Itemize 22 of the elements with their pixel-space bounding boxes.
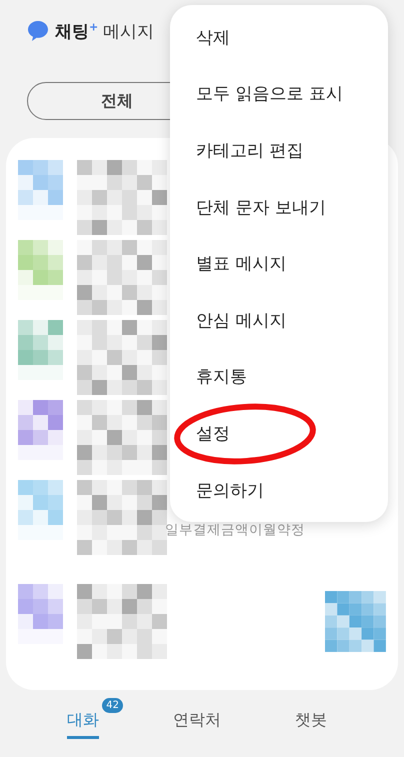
menu-item[interactable]: 문의하기: [170, 474, 290, 506]
menu-item[interactable]: 카테고리 편집: [170, 134, 330, 166]
message-preview: 일부결제금액이월약정: [165, 521, 305, 539]
pixelated-avatar[interactable]: [18, 480, 63, 540]
menu-item[interactable]: 안심 메시지: [170, 304, 312, 336]
bottom-tab[interactable]: 연락처: [169, 698, 245, 739]
screen-title: 메시지: [103, 20, 154, 42]
pixelated-avatar[interactable]: [18, 320, 63, 380]
pixelated-avatar[interactable]: [18, 240, 63, 300]
menu-item[interactable]: 단체 문자 보내기: [170, 192, 352, 223]
chat-bubble-icon: [26, 19, 50, 43]
menu-item[interactable]: 삭제: [170, 22, 256, 53]
menu-item[interactable]: 설정: [170, 418, 256, 449]
bottom-tab[interactable]: 대화 42: [63, 698, 123, 739]
pixelated-avatar[interactable]: [18, 160, 63, 220]
menu-item[interactable]: 휴지통: [170, 361, 273, 392]
bottom-tab[interactable]: 챗봇: [291, 698, 351, 739]
unread-count-badge: 42: [102, 698, 123, 713]
menu-item[interactable]: 별표 메시지: [170, 248, 312, 280]
pixelated-avatar[interactable]: [18, 400, 63, 460]
pixelated-avatar[interactable]: [18, 584, 63, 644]
app-logo-text: 채팅$^{+}$: [55, 20, 98, 42]
